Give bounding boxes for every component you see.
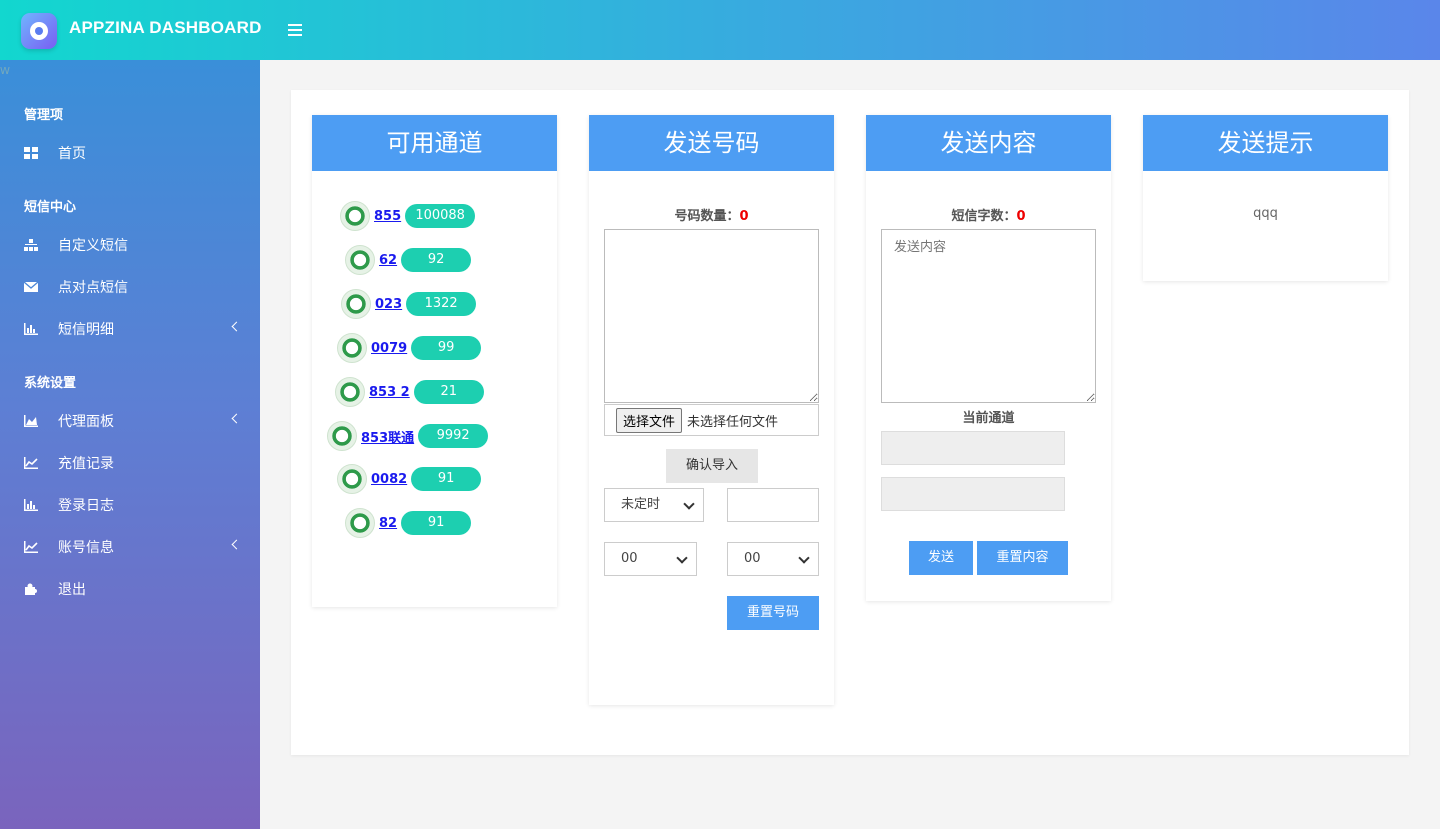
channels-panel-title: 可用通道 xyxy=(312,115,557,171)
top-bar: APPZINA DASHBOARD xyxy=(0,0,1440,60)
confirm-import-button[interactable]: 确认导入 xyxy=(666,449,758,483)
sidebar xyxy=(0,60,260,829)
file-picker[interactable]: 选择文件 未选择任何文件 xyxy=(604,404,819,436)
tips-panel-title: 发送提示 xyxy=(1143,115,1388,171)
channel-row: 82 91 xyxy=(345,508,472,538)
sidebar-item-recharge[interactable]: 充值记录 xyxy=(24,451,244,475)
channel-link[interactable]: 853联通 xyxy=(361,427,414,446)
current-channel-label: 当前通道 xyxy=(962,411,1015,426)
app-title: APPZINA DASHBOARD xyxy=(69,18,262,37)
tips-panel: 发送提示 xyxy=(1143,115,1388,281)
sidebar-corner-text: W xyxy=(0,66,10,77)
channel-link[interactable]: 62 xyxy=(379,253,397,268)
number-count-label: 号码数量：0 xyxy=(589,205,834,224)
number-count-caption: 号码数量： xyxy=(674,209,740,224)
sidebar-item-label: 短信明细 xyxy=(58,322,114,338)
line-chart-icon xyxy=(24,457,38,469)
channel-row: 023 1322 xyxy=(341,289,477,319)
channel-row: 853 2 21 xyxy=(335,377,484,407)
macau-emblem-icon xyxy=(335,377,365,407)
channel-count-badge: 91 xyxy=(411,467,482,491)
sidebar-item-label: 登录日志 xyxy=(58,498,114,514)
sidebar-item-custom-sms[interactable]: 自定义短信 xyxy=(24,233,244,257)
area-chart-icon xyxy=(24,415,38,427)
schedule-select[interactable]: 未定时 xyxy=(604,488,704,522)
macau-emblem-icon xyxy=(341,289,371,319)
channel-link[interactable]: 855 xyxy=(374,209,401,224)
channel-count-badge: 99 xyxy=(411,336,482,360)
send-button[interactable]: 发送 xyxy=(909,541,973,575)
channel-link[interactable]: 853 2 xyxy=(369,385,410,400)
channel-row: 0082 91 xyxy=(337,464,482,494)
grid-icon xyxy=(24,147,38,159)
channel-link[interactable]: 023 xyxy=(375,297,402,312)
sitemap-icon xyxy=(24,239,38,251)
numbers-panel-title: 发送号码 xyxy=(589,115,834,171)
macau-emblem-icon xyxy=(345,508,375,538)
sidebar-section-title: 短信中心 xyxy=(24,200,77,215)
minute-select[interactable]: 00 xyxy=(727,542,819,576)
sidebar-item-agent-panel[interactable]: 代理面板 xyxy=(24,409,244,433)
channel-count-badge: 92 xyxy=(401,248,472,272)
macau-emblem-icon xyxy=(345,245,375,275)
channel-row: 62 92 xyxy=(345,245,472,275)
sidebar-item-sms-detail[interactable]: 短信明细 xyxy=(24,317,244,341)
char-count-value: 0 xyxy=(1016,209,1026,224)
sidebar-item-label: 代理面板 xyxy=(58,414,114,430)
channel-row: 0079 99 xyxy=(337,333,482,363)
numbers-textarea[interactable] xyxy=(604,229,819,403)
chevron-left-icon xyxy=(231,539,242,550)
macau-emblem-icon xyxy=(337,333,367,363)
channel-count-badge: 100088 xyxy=(405,204,476,228)
sidebar-item-logout[interactable]: 退出 xyxy=(24,577,244,601)
choose-file-button[interactable]: 选择文件 xyxy=(616,407,683,433)
channel-link[interactable]: 0082 xyxy=(371,472,407,487)
line-chart-icon xyxy=(24,541,38,553)
channel-count-badge: 91 xyxy=(401,511,472,535)
channel-link[interactable]: 82 xyxy=(379,516,397,531)
sidebar-item-label: 账号信息 xyxy=(58,540,114,556)
chevron-left-icon xyxy=(231,321,242,332)
sidebar-item-login-log[interactable]: 登录日志 xyxy=(24,493,244,517)
current-channel-field-2 xyxy=(881,477,1065,511)
puzzle-icon xyxy=(24,583,38,595)
hour-select[interactable]: 00 xyxy=(604,542,697,576)
macau-emblem-icon xyxy=(340,201,370,231)
app-logo-icon xyxy=(21,13,57,49)
sidebar-item-label: 点对点短信 xyxy=(58,280,128,296)
schedule-date-input[interactable] xyxy=(727,488,819,522)
channel-count-badge: 9992 xyxy=(418,424,489,448)
sidebar-item-label: 首页 xyxy=(58,146,86,162)
bar-chart-icon xyxy=(24,499,38,511)
channel-link[interactable]: 0079 xyxy=(371,341,407,356)
tips-text: qqq xyxy=(1253,206,1278,221)
char-count-label: 短信字数：0 xyxy=(866,205,1111,224)
content-panel-title: 发送内容 xyxy=(866,115,1111,171)
reset-content-button[interactable]: 重置内容 xyxy=(977,541,1068,575)
sidebar-item-label: 退出 xyxy=(58,582,86,598)
sidebar-section-title: 管理项 xyxy=(24,108,64,123)
channel-row: 853联通 9992 xyxy=(327,421,489,451)
sidebar-item-p2p-sms[interactable]: 点对点短信 xyxy=(23,275,244,299)
current-channel-field xyxy=(881,431,1065,465)
char-count-caption: 短信字数： xyxy=(951,209,1017,224)
reset-numbers-button[interactable]: 重置号码 xyxy=(727,596,819,630)
channel-count-badge: 1322 xyxy=(406,292,477,316)
sidebar-item-account[interactable]: 账号信息 xyxy=(24,535,244,559)
number-count-value: 0 xyxy=(739,209,749,224)
sidebar-item-home[interactable]: 首页 xyxy=(24,141,244,165)
sidebar-item-label: 充值记录 xyxy=(58,456,114,472)
envelope-icon xyxy=(23,281,39,293)
channel-count-badge: 21 xyxy=(413,380,484,404)
chevron-left-icon xyxy=(231,413,242,424)
file-status-text: 未选择任何文件 xyxy=(687,414,779,430)
channel-row: 855 100088 xyxy=(340,201,476,231)
menu-toggle-icon[interactable] xyxy=(288,24,302,36)
sidebar-item-label: 自定义短信 xyxy=(58,238,128,254)
sidebar-section-title: 系统设置 xyxy=(24,376,77,391)
bar-chart-icon xyxy=(24,323,38,335)
content-textarea[interactable] xyxy=(881,229,1096,403)
macau-emblem-icon xyxy=(337,464,367,494)
macau-emblem-icon xyxy=(327,421,357,451)
